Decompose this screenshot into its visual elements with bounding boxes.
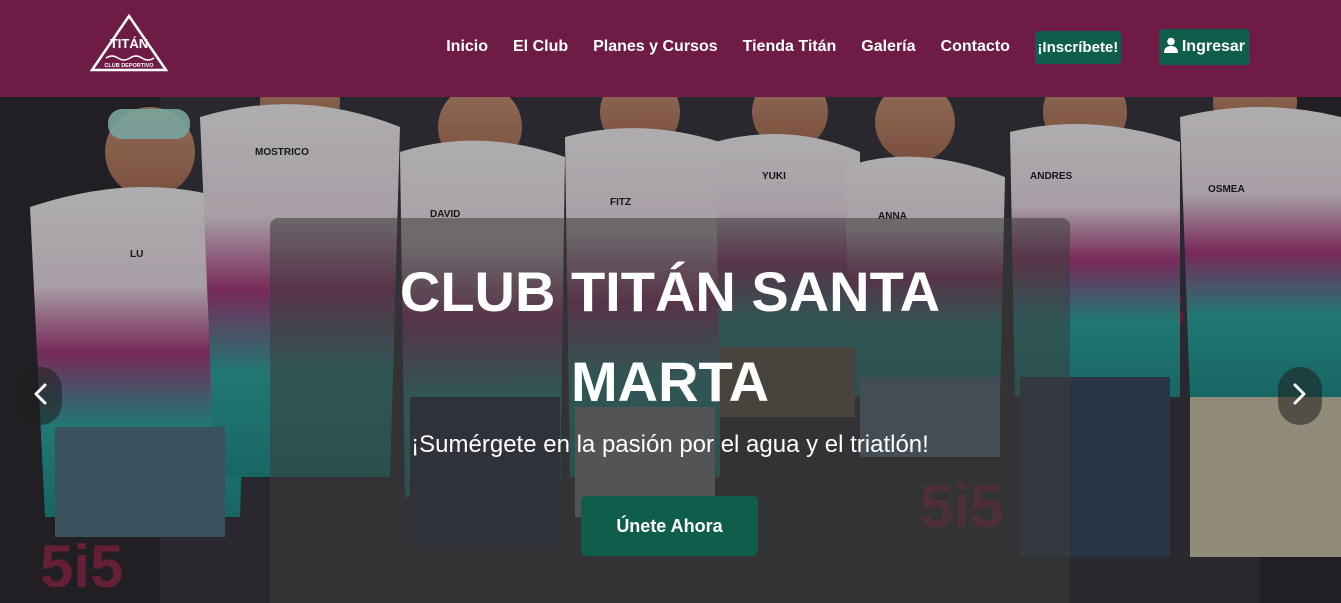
- nav-el-club[interactable]: El Club: [513, 38, 568, 56]
- chevron-right-icon: [1293, 383, 1307, 409]
- chevron-left-icon: [33, 383, 47, 409]
- logo-text: TITÁN: [110, 36, 148, 51]
- carousel-next-button[interactable]: [1278, 367, 1322, 425]
- nav-tienda-titan[interactable]: Tienda Titán: [743, 38, 837, 56]
- club-logo[interactable]: TITÁN CLUB DEPORTIVO: [89, 13, 169, 74]
- nav-inicio[interactable]: Inicio: [446, 38, 488, 56]
- carousel-prev-button[interactable]: [18, 367, 62, 425]
- nav-planes-y-cursos[interactable]: Planes y Cursos: [593, 38, 718, 56]
- hero-title-line1: CLUB TITÁN SANTA: [399, 260, 941, 323]
- login-button[interactable]: Ingresar: [1158, 29, 1250, 65]
- logo-subtext: CLUB DEPORTIVO: [104, 63, 154, 69]
- main-nav: Inicio El Club Planes y Cursos Tienda Ti…: [446, 29, 1341, 65]
- user-icon: [1163, 37, 1178, 58]
- hero-title-line2: MARTA: [570, 350, 770, 413]
- top-navbar: TITÁN CLUB DEPORTIVO Inicio El Club Plan…: [0, 0, 1341, 97]
- nav-galeria[interactable]: Galería: [861, 38, 915, 56]
- unete-ahora-button[interactable]: Únete Ahora: [581, 496, 758, 556]
- hero-carousel: 5i5 5i5 5i5: [0, 97, 1341, 603]
- login-label: Ingresar: [1181, 38, 1245, 55]
- inscribete-button[interactable]: ¡Inscríbete!: [1034, 30, 1121, 64]
- hero-subtitle: ¡Sumérgete en la pasión por el agua y el…: [411, 431, 929, 458]
- nav-contacto[interactable]: Contacto: [941, 38, 1010, 56]
- hero-title: CLUB TITÁN SANTA MARTA: [270, 247, 1070, 427]
